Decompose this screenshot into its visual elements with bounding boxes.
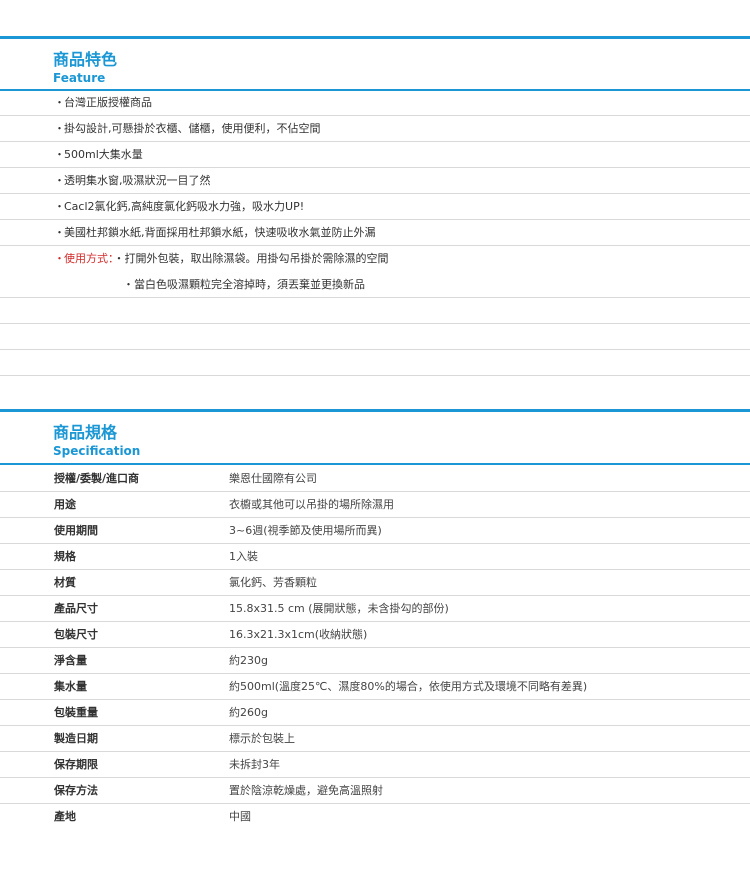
- spec-value: 16.3x21.3x1cm(收納狀態): [229, 628, 368, 641]
- spec-value: 1入裝: [229, 550, 258, 563]
- list-item: ・Cacl2氯化鈣,高純度氯化鈣吸水力強，吸水力UP!: [0, 194, 750, 220]
- feature-title-zh: 商品特色: [53, 50, 118, 69]
- list-item: ・透明集水窗,吸濕狀況一目了然: [0, 168, 750, 194]
- spec-value: 未拆封3年: [229, 758, 280, 771]
- usage-label: 使用方式：: [64, 252, 114, 265]
- table-row: 規格 1入裝: [0, 544, 750, 570]
- spec-label: 集水量: [54, 680, 87, 693]
- table-row: 產地 中國: [0, 804, 750, 830]
- table-row: 製造日期 標示於包裝上: [0, 726, 750, 752]
- usage-instructions: ・使用方式：・打開外包裝，取出除濕袋。用掛勾吊掛於需除濕的空間: [54, 252, 389, 265]
- usage-step-1: 打開外包裝，取出除濕袋。用掛勾吊掛於需除濕的空間: [124, 252, 389, 265]
- spec-value: 約260g: [229, 706, 268, 719]
- spec-label: 製造日期: [54, 732, 98, 745]
- spec-heading: 商品規格 Specification: [53, 423, 140, 458]
- spec-label: 保存方法: [54, 784, 98, 797]
- feature-heading: 商品特色 Feature: [53, 50, 117, 85]
- feature-top-rule: [0, 36, 750, 39]
- spec-label: 使用期間: [54, 524, 98, 537]
- blank-row: [0, 324, 750, 350]
- spec-label: 產品尺寸: [54, 602, 98, 615]
- spec-value: 置於陰涼乾燥處，避免高溫照射: [229, 784, 383, 797]
- usage-step-2: 當白色吸濕顆粒完全溶掉時，須丟棄並更換新品: [134, 278, 365, 291]
- list-item: ・美國杜邦鎖水紙,背面採用杜邦鎖水紙，快速吸收水氣並防止外漏: [0, 220, 750, 246]
- blank-row: [0, 298, 750, 324]
- spec-label: 用途: [54, 498, 76, 511]
- feature-title-en: Feature: [53, 71, 106, 85]
- spec-value: 約230g: [229, 654, 268, 667]
- table-row: 用途 衣櫥或其他可以吊掛的場所除濕用: [0, 492, 750, 518]
- spec-label: 授權/委製/進口商: [54, 472, 140, 485]
- table-row: 使用期間 3~6週(視季節及使用場所而異): [0, 518, 750, 544]
- table-row: 淨含量 約230g: [0, 648, 750, 674]
- spec-value: 中國: [229, 810, 251, 823]
- list-item: ・台灣正版授權商品: [0, 90, 750, 116]
- spec-value: 氯化鈣、芳香顆粒: [229, 576, 317, 589]
- table-row: 材質 氯化鈣、芳香顆粒: [0, 570, 750, 596]
- spec-top-rule: [0, 409, 750, 412]
- spec-value: 15.8x31.5 cm (展開狀態，未含掛勾的部份): [229, 602, 449, 615]
- table-row: 保存期限 未拆封3年: [0, 752, 750, 778]
- spec-label: 淨含量: [54, 654, 87, 667]
- table-row: 保存方法 置於陰涼乾燥處，避免高溫照射: [0, 778, 750, 804]
- spec-table: 授權/委製/進口商 樂恩仕國際有公司 用途 衣櫥或其他可以吊掛的場所除濕用 使用期間…: [0, 466, 750, 830]
- spec-label: 保存期限: [54, 758, 98, 771]
- spec-label: 包裝重量: [54, 706, 98, 719]
- list-item: ・500ml大集水量: [0, 142, 750, 168]
- spec-label: 規格: [54, 550, 76, 563]
- spec-value: 衣櫥或其他可以吊掛的場所除濕用: [229, 498, 394, 511]
- table-row: 包裝重量 約260g: [0, 700, 750, 726]
- list-item: ・掛勾設計,可懸掛於衣櫃、儲櫃，使用便利，不佔空間: [0, 116, 750, 142]
- spec-label: 材質: [54, 576, 76, 589]
- feature-list: ・台灣正版授權商品 ・掛勾設計,可懸掛於衣櫃、儲櫃，使用便利，不佔空間 ・500…: [0, 90, 750, 376]
- spec-value: 標示於包裝上: [229, 732, 295, 745]
- spec-title-en: Specification: [53, 444, 141, 458]
- spec-label: 包裝尺寸: [54, 628, 98, 641]
- spec-label: 產地: [54, 810, 76, 823]
- table-row: 授權/委製/進口商 樂恩仕國際有公司: [0, 466, 750, 492]
- spec-value: 樂恩仕國際有公司: [229, 472, 317, 485]
- usage-step-row: ・當白色吸濕顆粒完全溶掉時，須丟棄並更換新品: [0, 272, 750, 298]
- table-row: 集水量 約500ml(溫度25℃、濕度80%的場合，依使用方式及環境不同略有差異): [0, 674, 750, 700]
- spec-title-zh: 商品規格: [53, 423, 118, 442]
- table-row: 產品尺寸 15.8x31.5 cm (展開狀態，未含掛勾的部份): [0, 596, 750, 622]
- blank-row: [0, 350, 750, 376]
- spec-title-divider: [0, 463, 750, 465]
- spec-value: 3~6週(視季節及使用場所而異): [229, 524, 382, 537]
- spec-value: 約500ml(溫度25℃、濕度80%的場合，依使用方式及環境不同略有差異): [229, 680, 588, 693]
- table-row: 包裝尺寸 16.3x21.3x1cm(收納狀態): [0, 622, 750, 648]
